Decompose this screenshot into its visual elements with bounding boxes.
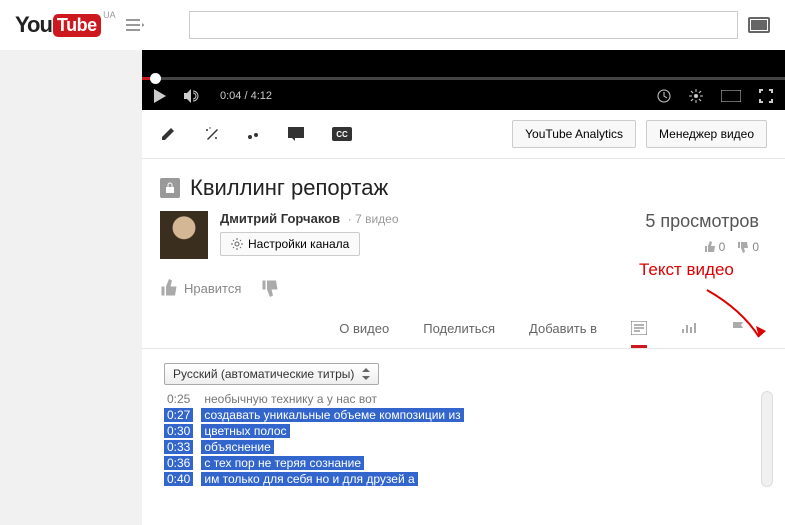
stats-icon (681, 321, 697, 335)
engagement-row: Нравится (142, 271, 785, 311)
header: You Tube UA (0, 0, 785, 50)
tab-transcript[interactable] (631, 321, 647, 348)
edit-icon[interactable] (160, 126, 176, 142)
channel-info: Дмитрий Горчаков · 7 видео Настройки кан… (220, 211, 645, 259)
tab-share[interactable]: Поделиться (423, 321, 495, 348)
youtube-logo[interactable]: You Tube UA (15, 12, 101, 38)
transcript-line[interactable]: 0:40им только для себя но и для друзей а (164, 471, 763, 487)
tab-about[interactable]: О видео (339, 321, 389, 348)
tab-report[interactable] (731, 321, 745, 348)
scrollbar[interactable] (761, 391, 773, 487)
watch-later-icon[interactable] (657, 89, 671, 103)
channel-settings-button[interactable]: Настройки канала (220, 232, 360, 256)
video-stats: 5 просмотров 0 0 (645, 211, 767, 259)
transcript-line[interactable]: 0:30цветных полос (164, 423, 763, 439)
volume-icon[interactable] (184, 89, 202, 103)
transcript-line[interactable]: 0:27создавать уникальные объеме композиц… (164, 407, 763, 423)
action-bar: CC YouTube Analytics Менеджер видео (142, 110, 785, 159)
logo-text-tube: Tube (53, 14, 101, 37)
gear-icon (231, 238, 243, 250)
fullscreen-icon[interactable] (759, 89, 773, 103)
channel-name[interactable]: Дмитрий Горчаков (220, 211, 340, 226)
progress-bar[interactable] (142, 77, 785, 80)
video-title: Квиллинг репортаж (190, 175, 388, 201)
transcript-lines[interactable]: 0:25необычную технику а у нас вот 0:27со… (164, 391, 763, 487)
search-input[interactable] (189, 11, 738, 39)
dislike-button[interactable] (261, 279, 279, 297)
transcript-line[interactable]: 0:25необычную технику а у нас вот (164, 391, 763, 407)
privacy-unlisted-icon (160, 178, 180, 198)
content: 0:04 / 4:12 CC YouTube Analytics Менедже… (142, 50, 785, 501)
channel-video-count: · 7 видео (348, 212, 399, 226)
upload-icon[interactable] (748, 17, 770, 33)
transcript-panel: Русский (автоматические титры) 0:25необы… (142, 349, 785, 501)
logo-region: UA (103, 10, 116, 20)
tab-stats[interactable] (681, 321, 697, 348)
title-row: Квиллинг репортаж (142, 159, 785, 211)
channel-row: Дмитрий Горчаков · 7 видео Настройки кан… (142, 211, 785, 271)
tab-add-to[interactable]: Добавить в (529, 321, 597, 348)
transcript-line[interactable]: 0:36с тех пор не теряя сознание (164, 455, 763, 471)
thumbs-down-icon (261, 279, 279, 297)
svg-text:CC: CC (336, 130, 348, 139)
transcript-language-select[interactable]: Русский (автоматические титры) (164, 363, 379, 385)
transcript-icon (631, 321, 647, 335)
transcript-line[interactable]: 0:33объяснение (164, 439, 763, 455)
captions-icon[interactable]: CC (332, 127, 352, 141)
video-manager-button[interactable]: Менеджер видео (646, 120, 767, 148)
enhance-icon[interactable] (204, 126, 220, 142)
like-count: 0 (704, 240, 726, 254)
theater-mode-icon[interactable] (721, 90, 741, 102)
annotations-icon[interactable] (288, 127, 304, 141)
play-button[interactable] (154, 89, 166, 103)
player-controls: 0:04 / 4:12 (142, 82, 785, 110)
search-container (189, 11, 738, 39)
video-player[interactable]: 0:04 / 4:12 (142, 50, 785, 110)
settings-icon[interactable] (689, 89, 703, 103)
like-button[interactable]: Нравится (160, 279, 241, 297)
logo-text-you: You (15, 12, 52, 38)
info-tabs: О видео Поделиться Добавить в (142, 311, 785, 349)
channel-avatar[interactable] (160, 211, 208, 259)
player-time: 0:04 / 4:12 (220, 90, 272, 102)
view-count: 5 просмотров (645, 211, 759, 232)
dislike-count: 0 (737, 240, 759, 254)
flag-icon (731, 321, 745, 335)
audio-icon[interactable] (248, 126, 260, 142)
guide-menu-button[interactable] (126, 19, 144, 31)
thumbs-up-icon (160, 279, 178, 297)
updown-icon (362, 368, 370, 380)
sidebar (0, 50, 142, 525)
analytics-button[interactable]: YouTube Analytics (512, 120, 636, 148)
